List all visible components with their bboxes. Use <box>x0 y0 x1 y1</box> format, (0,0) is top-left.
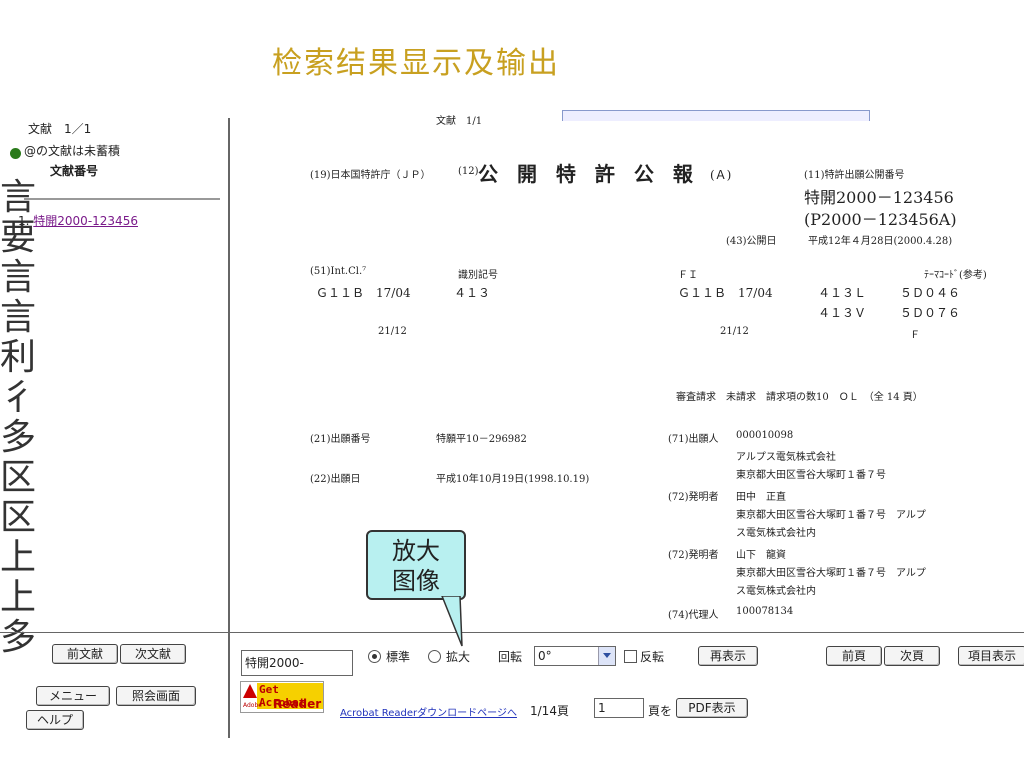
ghost-char: 区 <box>0 457 37 498</box>
prev-doc-button[interactable]: 前文献 <box>52 644 118 664</box>
pdf-display-button[interactable]: PDF表示 <box>676 698 748 718</box>
ghost-char: 多 <box>0 417 37 458</box>
ipc-2: 21/12 <box>378 326 407 337</box>
ipc-1: Ｇ１１Ｂ 17/04 <box>316 286 411 300</box>
theme-label: ﾃｰﾏｺｰﾄﾞ(参考) <box>924 270 987 281</box>
redisplay-button[interactable]: 再表示 <box>698 646 758 666</box>
pubno-label: (11)特許出願公開番号 <box>804 170 905 181</box>
publication-kind: 公 開 特 許 公 報 <box>478 162 699 186</box>
inventor-1-address: 東京都大田区雪谷大塚町１番７号 アルプ <box>736 510 926 521</box>
page-input[interactable]: 1 <box>594 698 644 718</box>
kind-number: (12) <box>458 166 479 177</box>
ghost-char: 言 <box>0 297 37 338</box>
prev-page-button[interactable]: 前頁 <box>826 646 882 666</box>
menu-button[interactable]: メニュー <box>36 686 110 706</box>
page-info: 1/14頁 <box>530 704 569 718</box>
background-text-column: 言 要 言 言 利 彳 多 区 区 上 上 多 <box>0 177 37 658</box>
next-page-button[interactable]: 次頁 <box>884 646 940 666</box>
pubdate-label: (43)公開日 <box>726 236 777 247</box>
ghost-char: 多 <box>0 617 37 658</box>
ghost-char: 上 <box>0 537 37 578</box>
acrobat-line-2: Reader <box>273 697 322 711</box>
theme-2: ５Ｄ０７６ <box>900 306 961 320</box>
bullet-dot-icon <box>10 148 21 159</box>
ghost-char: 区 <box>0 497 37 538</box>
fi-label: ＦＩ <box>678 270 698 281</box>
zoom-label: 拡大 <box>446 650 471 664</box>
fi-1-code: ４１３Ｌ <box>818 286 867 300</box>
help-button[interactable]: ヘルプ <box>26 710 84 730</box>
slide-title: 检索结果显示及输出 <box>272 46 560 81</box>
inventor-2: 山下 龍資 <box>736 550 786 561</box>
patent-document-image: 文献 1/1 (19)日本国特許庁（ＪＰ） (12) 公 開 特 許 公 報 (… <box>240 108 1024 632</box>
applicant-name: アルプス電気株式会社 <box>736 452 836 463</box>
adobe-brand: Adobe <box>243 702 262 709</box>
doc-number-header: 文献番号 <box>50 164 99 178</box>
doc-number-display: 特開2000-123456 <box>241 650 353 694</box>
chevron-down-icon <box>598 647 615 665</box>
publication-date: 平成12年４月28日(2000.4.28) <box>808 236 953 247</box>
application-date: 平成10年10月19日(1998.10.19) <box>436 474 590 485</box>
code-1: ４１３ <box>454 286 491 300</box>
agent-label: (74)代理人 <box>668 610 719 621</box>
callout-pointer-icon <box>441 596 463 647</box>
ghost-char: 言 <box>0 177 37 218</box>
appdate-label: (22)出願日 <box>310 474 361 485</box>
unstored-note: @の文献は未蓄積 <box>24 144 121 158</box>
inventor-label-2: (72)発明者 <box>668 550 719 561</box>
ghost-char: 要 <box>0 217 37 258</box>
issuer: (19)日本国特許庁（ＪＰ） <box>310 170 431 181</box>
applicant-label: (71)出願人 <box>668 434 719 445</box>
inventor-1-address-2: ス電気株式会社内 <box>736 528 816 539</box>
frame-divider <box>0 632 1024 633</box>
fi-2: 21/12 <box>720 326 749 337</box>
publication-number-alt: (P2000－123456A) <box>804 210 957 229</box>
page-suffix: 頁を <box>648 704 673 718</box>
ghost-char: 彳 <box>0 377 37 418</box>
next-doc-button[interactable]: 次文献 <box>120 644 186 664</box>
callout-line-1: 放大 <box>392 537 440 565</box>
ipc-label: (51)Int.Cl.⁷ <box>310 266 367 277</box>
callout-line-2: 图像 <box>392 567 440 595</box>
rotate-value: 0° <box>538 649 552 663</box>
applicant-address: 東京都大田区雪谷大塚町１番７号 <box>736 470 886 481</box>
application-number: 特願平10－296982 <box>436 434 527 445</box>
publication-kind-suffix: (Ａ) <box>710 168 732 182</box>
adobe-logo-icon <box>243 684 257 698</box>
theme-1: ５Ｄ０４６ <box>900 286 961 300</box>
standard-label: 標準 <box>386 650 411 664</box>
zoom-radio[interactable] <box>428 650 441 663</box>
reader-download-link[interactable]: Acrobat Readerダウンロードページへ <box>340 704 517 719</box>
frame-divider <box>228 118 230 738</box>
fi-2-code2: Ｆ <box>910 330 920 341</box>
rotate-label: 回転 <box>498 650 523 664</box>
inventor-2-address: 東京都大田区雪谷大塚町１番７号 アルプ <box>736 568 926 579</box>
publication-number: 特開2000－123456 <box>804 188 954 207</box>
exam-status: 審査請求 未請求 請求項の数10 ＯＬ （全 14 頁） <box>676 392 923 403</box>
fi-1: Ｇ１１Ｂ 17/04 <box>678 286 773 300</box>
get-acrobat-badge[interactable]: Get Acrobat Reader Adobe <box>240 681 324 713</box>
agent-id: 100078134 <box>736 606 794 617</box>
code-label: 識別記号 <box>458 270 498 281</box>
divider <box>24 198 220 200</box>
rotate-select[interactable]: 0° <box>534 646 616 666</box>
result-link[interactable]: 特開2000-123456 <box>33 214 138 228</box>
query-screen-button[interactable]: 照会画面 <box>116 686 196 706</box>
inventor-2-address-2: ス電気株式会社内 <box>736 586 816 597</box>
result-count: 文献 1／1 <box>28 122 92 136</box>
standard-radio[interactable] <box>368 650 381 663</box>
inventor-1: 田中 正直 <box>736 492 786 503</box>
ghost-char: 利 <box>0 337 37 378</box>
fi-2-code: ４１３Ｖ <box>818 306 867 320</box>
applicant-id: 000010098 <box>736 430 794 441</box>
ghost-char: 言 <box>0 257 37 298</box>
ghost-char: 上 <box>0 577 37 618</box>
inventor-label: (72)発明者 <box>668 492 719 503</box>
appno-label: (21)出願番号 <box>310 434 371 445</box>
zoom-callout: 放大 图像 <box>366 530 466 600</box>
items-display-button[interactable]: 項目表示 <box>958 646 1024 666</box>
flip-label: 反転 <box>640 650 665 664</box>
doc-top-label: 文献 1/1 <box>436 116 483 127</box>
flip-checkbox[interactable] <box>624 650 637 663</box>
